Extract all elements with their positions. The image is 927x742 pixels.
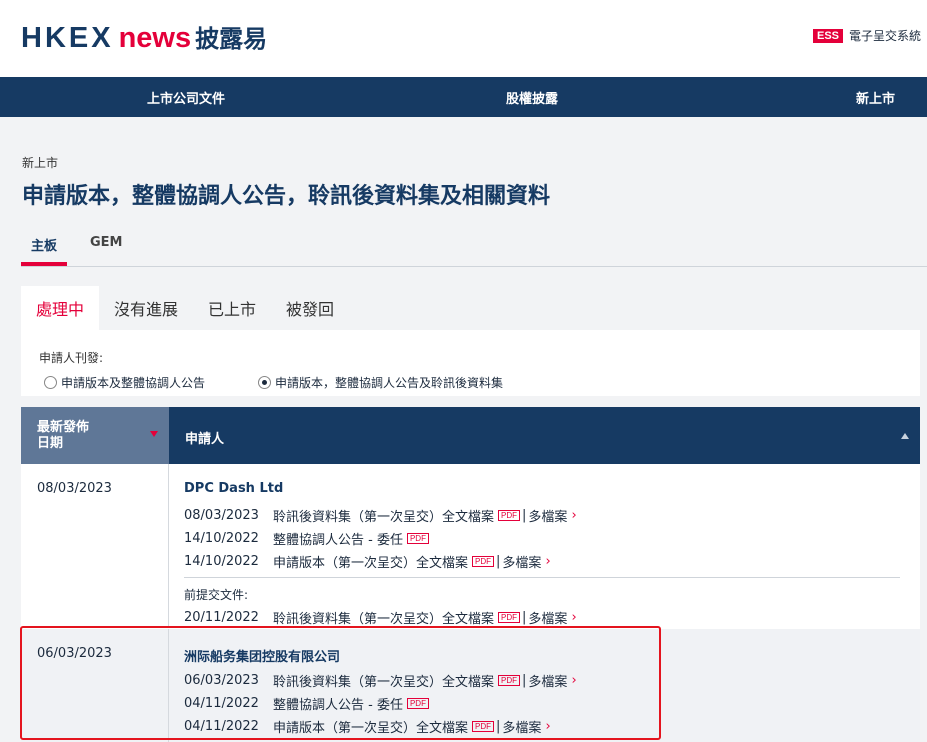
logo-hkex-text: HKEX: [21, 22, 114, 54]
full-document-link[interactable]: 全文檔案: [442, 671, 494, 690]
chevron-right-icon[interactable]: ›: [571, 610, 576, 625]
document-line: 08/03/2023 聆訊後資料集（第一次呈交） 全文檔案 PDF | 多檔案 ›: [184, 506, 577, 525]
pdf-icon[interactable]: PDF: [472, 556, 495, 567]
col-header-applicant-label: 申請人: [185, 432, 225, 447]
sort-desc-icon: [150, 431, 158, 437]
multi-files-link[interactable]: 多檔案: [528, 608, 567, 627]
document-line: 04/11/2022 申請版本（第一次呈交） 全文檔案 PDF | 多檔案 ›: [184, 717, 551, 736]
full-document-link[interactable]: 全文檔案: [442, 506, 494, 525]
full-document-link[interactable]: 全文檔案: [442, 608, 494, 627]
nav-disclosure-of-interests[interactable]: 股權披露: [506, 88, 558, 107]
tab-returned[interactable]: 被發回: [271, 286, 349, 330]
active-tab-underline: [21, 262, 67, 266]
radio-unchecked-icon: [44, 376, 57, 389]
multi-files-link[interactable]: 多檔案: [502, 552, 541, 571]
applicant-name[interactable]: DPC Dash Ltd: [184, 481, 283, 496]
doc-title: 申請版本（第一次呈交）: [273, 556, 417, 571]
col-header-date-line1: 最新發佈: [37, 420, 90, 435]
ess-link[interactable]: ESS 電子呈交系統: [813, 27, 921, 44]
full-document-link[interactable]: 全文檔案: [416, 717, 468, 736]
nav-new-listings[interactable]: 新上市: [856, 88, 895, 107]
multi-files-link[interactable]: 多檔案: [528, 506, 567, 525]
multi-files-link[interactable]: 多檔案: [502, 717, 541, 736]
nav-listed-company-docs[interactable]: 上市公司文件: [147, 88, 225, 107]
column-divider: [168, 464, 169, 627]
document-line: 06/03/2023 聆訊後資料集（第一次呈交） 全文檔案 PDF | 多檔案 ›: [184, 671, 577, 690]
doc-date: 20/11/2022: [184, 610, 259, 625]
pdf-icon[interactable]: PDF: [406, 533, 429, 544]
tab-inactive[interactable]: 沒有進展: [99, 286, 193, 330]
doc-title-link[interactable]: 整體協調人公告 - 委任: [273, 694, 403, 713]
pdf-icon[interactable]: PDF: [498, 675, 521, 686]
chevron-right-icon[interactable]: ›: [571, 508, 576, 523]
radio-application-proof-oc-phip[interactable]: 申請版本，整體協調人公告及聆訊後資料集: [258, 374, 503, 391]
full-document-link[interactable]: 全文檔案: [416, 552, 468, 571]
radio-label: 申請版本，整體協調人公告及聆訊後資料集: [275, 376, 504, 390]
tab-main-board[interactable]: 主板: [31, 235, 57, 254]
pdf-icon[interactable]: PDF: [498, 510, 521, 521]
radio-checked-icon: [258, 376, 271, 389]
board-tabs: 主板 GEM: [21, 232, 927, 267]
doc-title-link[interactable]: 整體協調人公告 - 委任: [273, 529, 403, 548]
tab-active[interactable]: 處理中: [21, 286, 100, 330]
document-line: 20/11/2022 聆訊後資料集（第一次呈交） 全文檔案 PDF | 多檔案 ›: [184, 608, 577, 627]
prior-documents-label: 前提交文件:: [184, 588, 249, 602]
tab-listed[interactable]: 已上市: [193, 286, 271, 330]
tab-gem[interactable]: GEM: [90, 235, 123, 250]
doc-title: 聆訊後資料集（第一次呈交）: [273, 510, 443, 525]
logo-chinese-text: 披露易: [195, 25, 268, 53]
radio-application-proof-oc[interactable]: 申請版本及整體協調人公告: [44, 374, 205, 391]
col-header-latest-date[interactable]: 最新發佈 日期: [21, 407, 169, 464]
page-title: 申請版本，整體協調人公告，聆訊後資料集及相關資料: [22, 184, 551, 209]
logo-news-text: news: [118, 22, 192, 54]
doc-date: 04/11/2022: [184, 696, 259, 711]
doc-date: 06/03/2023: [184, 673, 259, 688]
pdf-icon[interactable]: PDF: [406, 698, 429, 709]
chevron-right-icon[interactable]: ›: [545, 554, 550, 569]
column-divider: [168, 629, 169, 742]
main-nav: 上市公司文件 股權披露 新上市: [0, 77, 927, 117]
breadcrumb[interactable]: 新上市: [22, 154, 58, 171]
ess-label: 電子呈交系統: [849, 29, 922, 43]
row-date: 08/03/2023: [37, 481, 112, 496]
col-header-applicant[interactable]: 申請人: [169, 407, 920, 464]
site-header: HKEX news 披露易 ESS 電子呈交系統: [0, 0, 927, 77]
doc-date: 04/11/2022: [184, 719, 259, 734]
document-line: 14/10/2022 申請版本（第一次呈交） 全文檔案 PDF | 多檔案 ›: [184, 552, 551, 571]
radio-label: 申請版本及整體協調人公告: [61, 376, 206, 390]
filter-label: 申請人刊發:: [39, 351, 104, 365]
doc-date: 14/10/2022: [184, 554, 259, 569]
chevron-right-icon[interactable]: ›: [545, 719, 550, 734]
doc-title: 申請版本（第一次呈交）: [273, 721, 417, 736]
publish-filter: 申請人刊發: 申請版本及整體協調人公告 申請版本，整體協調人公告及聆訊後資料集: [21, 330, 920, 396]
applications-table: 最新發佈 日期 申請人 08/03/2023 DPC Dash Ltd 08/0…: [21, 407, 920, 742]
doc-title: 聆訊後資料集（第一次呈交）: [273, 675, 443, 690]
divider: [184, 577, 900, 578]
table-row: 08/03/2023 DPC Dash Ltd 08/03/2023 聆訊後資料…: [21, 464, 920, 627]
ess-badge: ESS: [813, 28, 844, 43]
applicant-name[interactable]: 洲际船务集团控股有限公司: [184, 646, 340, 665]
row-date: 06/03/2023: [37, 646, 112, 661]
pdf-icon[interactable]: PDF: [472, 721, 495, 732]
chevron-right-icon[interactable]: ›: [571, 673, 576, 688]
table-row: 06/03/2023 洲际船务集团控股有限公司 06/03/2023 聆訊後資料…: [21, 629, 920, 742]
sort-asc-icon: [901, 433, 909, 439]
multi-files-link[interactable]: 多檔案: [528, 671, 567, 690]
document-line: 14/10/2022 整體協調人公告 - 委任 PDF: [184, 529, 431, 548]
col-header-date-line2: 日期: [37, 436, 64, 451]
status-tabs: 處理中 沒有進展 已上市 被發回: [21, 286, 349, 330]
document-line: 04/11/2022 整體協調人公告 - 委任 PDF: [184, 694, 431, 713]
pdf-icon[interactable]: PDF: [498, 612, 521, 623]
doc-title: 聆訊後資料集（第一次呈交）: [273, 612, 443, 627]
hkexnews-logo[interactable]: HKEX news 披露易: [21, 19, 267, 55]
doc-date: 08/03/2023: [184, 508, 259, 523]
doc-date: 14/10/2022: [184, 531, 259, 546]
